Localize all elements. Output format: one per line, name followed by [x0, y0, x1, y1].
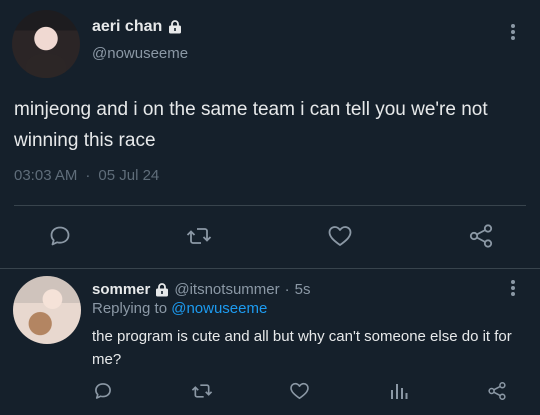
avatar[interactable]	[12, 10, 80, 78]
author-name-row: aeri chan	[92, 18, 182, 36]
retweet-icon	[191, 384, 213, 398]
reply-button[interactable]	[46, 222, 74, 250]
like-button[interactable]	[288, 380, 310, 402]
tweet-meta: 03:03 AM · 05 Jul 24	[14, 167, 159, 184]
author-display-name[interactable]: aeri chan	[92, 18, 162, 36]
share-icon	[488, 381, 506, 400]
reply-header: sommer @itsnotsummer · 5s	[92, 281, 310, 298]
lock-icon	[156, 282, 169, 296]
main-tweet: aeri chan @nowuseeme minjeong and i on t…	[0, 0, 540, 268]
reply-icon	[95, 383, 111, 399]
reply-button[interactable]	[92, 380, 114, 402]
share-button[interactable]	[466, 222, 496, 250]
like-icon	[328, 226, 352, 246]
tweet-text: minjeong and i on the same team i can te…	[14, 99, 488, 151]
reply-age[interactable]: 5s	[295, 281, 311, 298]
retweet-button[interactable]	[190, 380, 214, 402]
views-button[interactable]	[388, 380, 410, 402]
share-icon	[469, 224, 493, 248]
reply-separator: ·	[284, 281, 290, 298]
reply-icon	[50, 226, 70, 246]
more-options-icon[interactable]	[508, 22, 518, 42]
divider	[14, 205, 526, 206]
share-button[interactable]	[486, 380, 508, 402]
replying-to-mention[interactable]: @nowuseeme	[171, 300, 267, 317]
reply-display-name[interactable]: sommer	[92, 281, 150, 298]
replying-to-label: Replying to	[92, 300, 168, 317]
like-button[interactable]	[326, 222, 354, 250]
retweet-button[interactable]	[184, 222, 214, 250]
divider	[0, 268, 540, 269]
retweet-icon	[186, 228, 212, 244]
reply-text: the program is cute and all but why can'…	[92, 328, 512, 368]
more-options-icon[interactable]	[508, 278, 518, 298]
tweet-time[interactable]: 03:03 AM	[14, 167, 77, 184]
views-icon	[391, 384, 408, 399]
author-handle[interactable]: @nowuseeme	[92, 45, 188, 62]
reply-handle[interactable]: @itsnotsummer	[174, 281, 279, 298]
lock-icon	[169, 20, 182, 34]
tweet-date[interactable]: 05 Jul 24	[98, 167, 159, 184]
like-icon	[289, 382, 309, 400]
avatar[interactable]	[13, 276, 81, 344]
replying-to: Replying to @nowuseeme	[92, 300, 267, 317]
meta-separator: ·	[85, 167, 91, 184]
